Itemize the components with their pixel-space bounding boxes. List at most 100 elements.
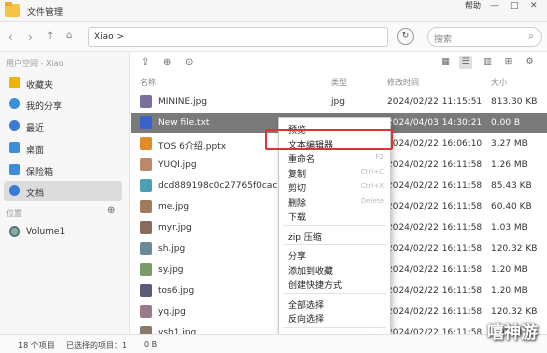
context-menu-item[interactable]: zip 压缩 — [279, 228, 390, 243]
file-date: 2024/02/22 16:11:58 — [387, 160, 483, 170]
new-icon[interactable]: ⊕ — [163, 57, 171, 68]
file-size: 85.43 KB — [491, 181, 532, 191]
file-icon — [140, 305, 152, 318]
column-header: 名称 类型 修改时间 大小 — [131, 74, 547, 90]
file-date: 2024/02/22 16:11:58 — [387, 202, 483, 212]
file-icon — [140, 95, 152, 108]
column-date[interactable]: 修改时间 — [387, 77, 419, 88]
menu-item-label: 反向选择 — [288, 315, 325, 325]
file-icon — [140, 263, 152, 276]
refresh-icon[interactable]: ↻ — [397, 28, 414, 45]
file-size: 3.27 MB — [491, 139, 528, 149]
more-icon[interactable]: ⊙ — [185, 57, 193, 68]
context-menu-item[interactable]: 分享 — [279, 247, 390, 262]
column-size[interactable]: 大小 — [491, 77, 507, 88]
sidebar-item-documents[interactable]: 文档 — [4, 181, 122, 201]
context-menu-item[interactable]: 全部选择 — [279, 296, 390, 311]
file-icon — [140, 284, 152, 297]
title-bar: 文件管理 帮助 — □ ✕ — [0, 0, 547, 22]
volume-icon — [9, 226, 20, 237]
document-icon — [9, 185, 20, 196]
file-name: myr.jpg — [158, 223, 192, 233]
menu-item-label: 分享 — [288, 252, 307, 262]
menu-item-label: 创建快捷方式 — [288, 281, 343, 291]
context-menu-item[interactable]: 剪切 Ctrl+X — [279, 179, 390, 194]
menu-item-shortcut: F2 — [375, 153, 384, 161]
context-menu-item[interactable]: 重命名 F2 — [279, 150, 390, 165]
sidebar-item-volume[interactable]: Volume1 — [4, 222, 122, 242]
menu-separator — [283, 244, 386, 245]
close-button[interactable]: ✕ — [530, 1, 538, 11]
navigation-toolbar: ‹ › ↑ ⌂ Xiao > ↻ 搜索 ⌕ — [0, 22, 547, 52]
file-name: sy.jpg — [158, 265, 184, 275]
maximize-button[interactable]: □ — [510, 1, 519, 11]
column-type[interactable]: 类型 — [331, 77, 347, 88]
context-menu-item[interactable]: 复制 Ctrl+C — [279, 165, 390, 180]
column-view-icon[interactable]: ▥ — [481, 56, 494, 69]
home-icon[interactable]: ⌂ — [66, 30, 72, 41]
sidebar-item-shares[interactable]: 我的分享 — [4, 94, 122, 114]
settings-icon[interactable]: ⚙ — [523, 56, 536, 69]
path-bar[interactable]: Xiao > — [88, 27, 388, 47]
file-date: 2024/02/22 16:06:10 — [387, 139, 483, 149]
file-name: TOS 6介绍.pptx — [158, 142, 227, 152]
file-date: 2024/02/22 16:11:58 — [387, 307, 483, 317]
sidebar-item-desktop[interactable]: 桌面 — [4, 138, 122, 158]
menu-item-shortcut: Delete — [361, 196, 384, 205]
menu-item-label: 复制 — [288, 169, 307, 180]
menu-item-label: 全部选择 — [288, 300, 325, 311]
context-menu-item[interactable]: 创建快捷方式 — [279, 276, 390, 291]
sidebar-item-label: 桌面 — [26, 146, 45, 156]
star-icon — [9, 77, 20, 88]
file-date: 2024/02/22 11:15:51 — [387, 97, 483, 107]
help-link[interactable]: 帮助 — [465, 0, 481, 11]
context-menu-item[interactable]: 添加到收藏 — [279, 262, 390, 277]
sidebar-item-recent[interactable]: 最近 — [4, 116, 122, 136]
sidebar-item-label: 文档 — [26, 189, 45, 199]
file-icon — [140, 158, 152, 171]
file-size: 60.40 KB — [491, 202, 532, 212]
file-name: yq.jpg — [158, 307, 186, 317]
context-menu-item[interactable]: 反向选择 — [279, 310, 390, 325]
status-size: 0 B — [144, 340, 158, 349]
file-size: 1.20 MB — [491, 286, 528, 296]
up-icon[interactable]: ↑ — [46, 31, 54, 42]
search-icon[interactable]: ⌕ — [528, 31, 534, 42]
table-row[interactable]: MININE.jpg jpg 2024/02/22 11:15:51 813.30 K… — [131, 92, 547, 112]
minimize-button[interactable]: — — [490, 1, 499, 11]
grid-view-icon[interactable]: ▦ — [439, 56, 452, 69]
file-type: jpg — [331, 97, 345, 107]
highlight-box — [265, 129, 393, 150]
file-icon — [140, 137, 152, 150]
menu-item-label: zip 压缩 — [288, 232, 322, 243]
path-segment[interactable]: Xiao > — [94, 32, 124, 42]
menu-separator — [283, 326, 386, 328]
context-menu: 预览 文本编辑器 重命名 F2 复制 Ctrl+C 剪切 Ctrl+X 删除 Delete 下载 zi… — [278, 117, 391, 349]
file-icon — [140, 242, 152, 255]
menu-item-label: 添加到收藏 — [288, 266, 334, 277]
sidebar-item-favorites[interactable]: 收藏夹 — [4, 73, 122, 93]
search-input[interactable]: 搜索 ⌕ — [427, 27, 542, 47]
column-name[interactable]: 名称 — [140, 77, 156, 88]
menu-item-label: 重命名 — [288, 155, 316, 165]
watermark: 嘻神游 — [487, 323, 538, 343]
sidebar-item-safe[interactable]: 保险箱 — [4, 160, 122, 180]
status-total: 18 个项目 — [18, 341, 55, 350]
upload-icon[interactable]: ⇪ — [141, 57, 149, 68]
menu-item-shortcut: Ctrl+C — [360, 167, 384, 176]
sidebar-section-user: 用户空间 - Xiao — [6, 59, 64, 68]
menu-item-label: 下载 — [288, 213, 307, 223]
add-location-icon[interactable]: ⊕ — [107, 205, 115, 216]
context-menu-item[interactable]: 删除 Delete — [279, 194, 390, 209]
list-view-icon[interactable]: ☰ — [459, 56, 472, 69]
file-size: 120.32 KB — [491, 307, 538, 317]
forward-icon[interactable]: › — [28, 30, 33, 44]
search-placeholder: 搜索 — [434, 35, 453, 45]
back-icon[interactable]: ‹ — [8, 30, 13, 44]
context-menu-item[interactable]: 下载 — [279, 208, 390, 223]
file-size: 0.00 B — [491, 118, 521, 128]
new-folder-icon[interactable]: ⊞ — [502, 56, 515, 69]
sidebar-item-label: 收藏夹 — [26, 81, 54, 91]
status-bar: 18 个项目 已选择的项目：1 0 B — [0, 334, 547, 353]
file-name: tos6.jpg — [158, 286, 195, 296]
